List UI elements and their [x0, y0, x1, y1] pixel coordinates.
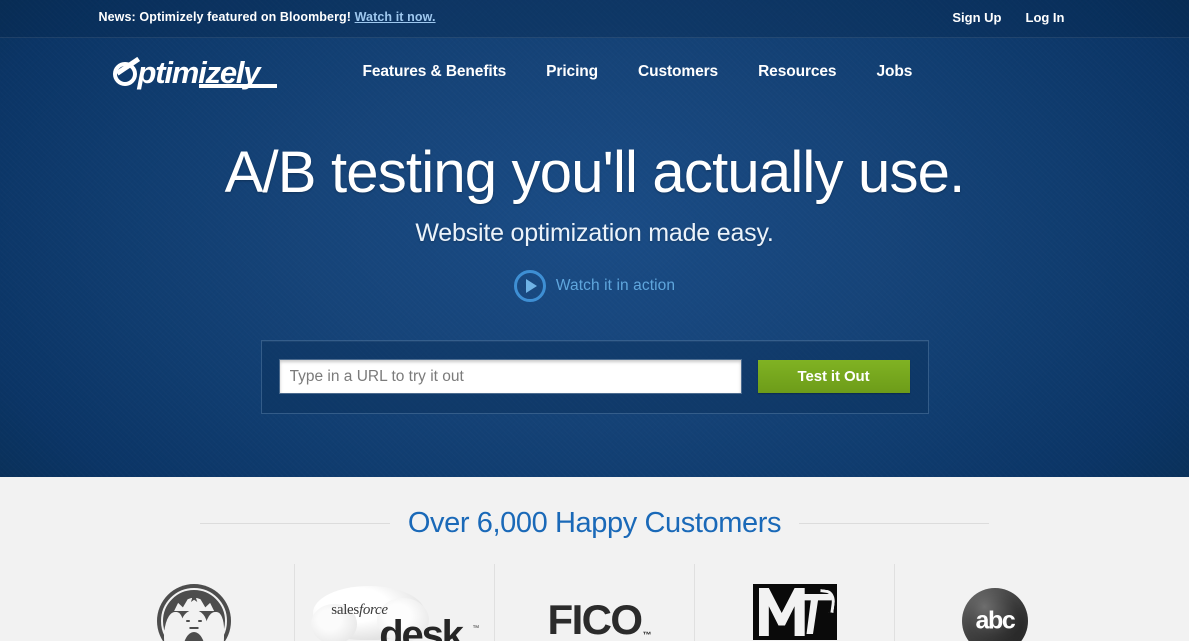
customer-logo-salesforce-desk[interactable]: salesforce desk ™	[295, 564, 495, 641]
news-watch-link[interactable]: Watch it now.	[355, 10, 436, 24]
customer-logo-starbucks[interactable]	[95, 564, 295, 641]
customer-logo-abc[interactable]: abc	[895, 564, 1094, 641]
fico-trademark: ™	[642, 630, 652, 640]
customers-heading-row: Over 6,000 Happy Customers	[95, 477, 1095, 540]
account-links: Sign Up Log In	[952, 10, 1064, 25]
fico-wordmark: FICO	[547, 596, 644, 641]
customer-logo-row: salesforce desk ™ FICO ™ abc	[95, 562, 1095, 641]
starbucks-icon	[157, 584, 232, 641]
watch-video-link[interactable]: Watch it in action	[513, 269, 676, 302]
news-text: News: Optimizely featured on Bloomberg!	[98, 10, 352, 24]
optimizely-logo[interactable]: ptimizely	[111, 53, 301, 93]
customers-section: Over 6,000 Happy Customers salesforce de…	[0, 477, 1189, 641]
nav-item-jobs[interactable]: Jobs	[856, 63, 932, 81]
abc-wordmark: abc	[975, 606, 1015, 635]
main-navbar: ptimizely Features & Benefits Pricing Cu…	[95, 38, 1095, 98]
heading-rule-left	[199, 523, 390, 524]
page-root: News: Optimizely featured on Bloomberg! …	[0, 0, 1189, 641]
desk-trademark: ™	[472, 625, 480, 632]
nav-item-features-benefits[interactable]: Features & Benefits	[343, 63, 527, 81]
url-input[interactable]	[279, 360, 741, 394]
salesforce-desk-icon: salesforce desk ™	[309, 582, 479, 641]
url-test-form: Test it Out	[260, 339, 929, 414]
customers-title: Over 6,000 Happy Customers	[407, 507, 782, 539]
hero-content: A/B testing you'll actually use. Website…	[0, 140, 1189, 414]
nav-item-pricing[interactable]: Pricing	[526, 63, 618, 81]
logo-underline	[198, 84, 277, 88]
nav-item-resources[interactable]: Resources	[738, 63, 856, 81]
abc-icon: abc	[961, 588, 1028, 641]
hero-headline: A/B testing you'll actually use.	[224, 140, 966, 205]
customer-logo-mtv[interactable]: MUSIC TELEVISION	[695, 564, 896, 641]
hero-subheadline: Website optimization made easy.	[415, 218, 774, 247]
hero-section: News: Optimizely featured on Bloomberg! …	[0, 0, 1189, 477]
sign-up-link[interactable]: Sign Up	[952, 10, 1001, 25]
mtv-icon: MUSIC TELEVISION	[752, 584, 837, 641]
log-in-link[interactable]: Log In	[1026, 10, 1065, 25]
top-utility-bar: News: Optimizely featured on Bloomberg! …	[0, 0, 1189, 38]
nav-item-customers[interactable]: Customers	[618, 63, 738, 81]
primary-nav: Features & Benefits Pricing Customers Re…	[343, 63, 933, 81]
heading-rule-right	[799, 523, 990, 524]
fico-icon: FICO ™	[547, 596, 652, 641]
news-announcement: News: Optimizely featured on Bloomberg! …	[99, 10, 436, 24]
desk-wordmark: desk	[379, 613, 464, 641]
watch-video-label: Watch it in action	[555, 276, 676, 294]
play-icon	[513, 269, 546, 302]
test-it-out-button[interactable]: Test it Out	[757, 360, 910, 394]
customer-logo-fico[interactable]: FICO ™	[495, 564, 696, 641]
optimizely-e-icon	[111, 56, 141, 88]
